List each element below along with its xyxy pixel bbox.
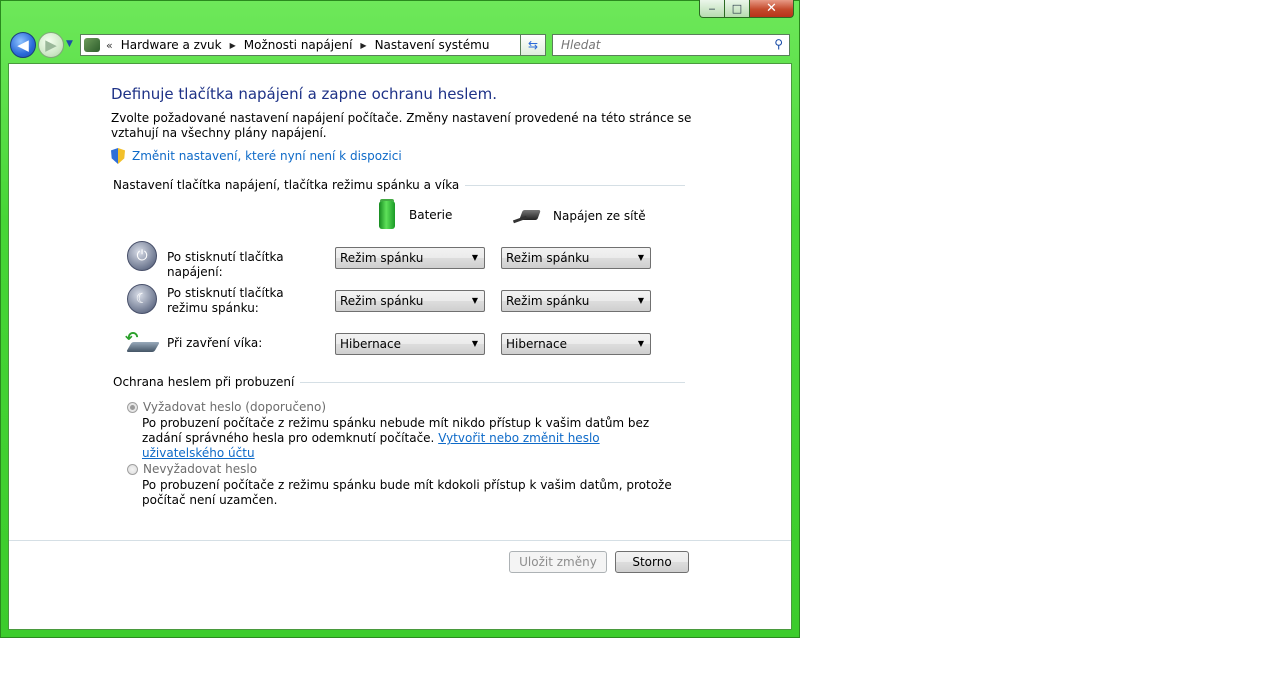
sleep-button-battery-select[interactable]: Režim spánku ▼: [335, 290, 485, 312]
chevron-down-icon: ▼: [637, 253, 644, 262]
recent-pages-dropdown-icon[interactable]: ▼: [66, 39, 73, 49]
refresh-button[interactable]: ⇆: [520, 34, 546, 56]
chevron-down-icon: ▼: [471, 296, 478, 305]
no-password-description: Po probuzení počítače z režimu spánku bu…: [142, 478, 672, 507]
sleep-button-icon: ☾: [127, 284, 157, 314]
power-plug-icon: [513, 207, 547, 225]
page-description: Zvolte požadované nastavení napájení poč…: [111, 111, 692, 140]
lid-close-label: Při zavření víka:: [167, 336, 263, 350]
battery-column-header: Baterie: [379, 201, 452, 229]
navigation-bar: ◀ ▶ ▼ « Hardware a zvuk ▶ Možnosti napáj…: [8, 32, 792, 58]
sleep-button-ac-value: Režim spánku: [506, 294, 590, 308]
control-panel-window: ‒ □ ✕ ◀ ▶ ▼ « Hardware a zvuk ▶ Možnosti…: [0, 0, 800, 638]
uac-settings-link[interactable]: Změnit nastavení, které nyní není k disp…: [111, 148, 402, 164]
control-panel-icon: [84, 38, 100, 52]
laptop-lid-icon: ↶: [125, 328, 160, 356]
address-bar[interactable]: « Hardware a zvuk ▶ Možnosti napájení ▶ …: [80, 34, 546, 56]
battery-icon: [379, 201, 395, 229]
content-pane: Definuje tlačítka napájení a zapne ochra…: [8, 63, 792, 630]
breadcrumb-hardware[interactable]: Hardware a zvuk: [117, 38, 226, 52]
breadcrumb-overflow-icon[interactable]: «: [106, 39, 113, 52]
chevron-down-icon: ▼: [471, 253, 478, 262]
search-box[interactable]: ⚲: [552, 34, 790, 56]
breadcrumb-system-settings[interactable]: Nastavení systému: [371, 38, 494, 52]
no-password-radio[interactable]: [127, 463, 138, 475]
cancel-button[interactable]: Storno: [615, 551, 689, 573]
power-button-label: Po stisknutí tlačítka napájení:: [167, 250, 284, 279]
power-button-battery-value: Režim spánku: [340, 251, 424, 265]
ac-column-label: Napájen ze sítě: [553, 209, 646, 223]
battery-column-label: Baterie: [409, 208, 453, 222]
uac-shield-icon: [111, 148, 125, 164]
power-button-battery-select[interactable]: Režim spánku ▼: [335, 247, 485, 269]
chevron-down-icon: ▼: [637, 339, 644, 348]
ac-column-header: Napájen ze sítě: [513, 207, 646, 225]
back-button[interactable]: ◀: [10, 32, 36, 58]
buttons-section-title: Nastavení tlačítka napájení, tlačítka re…: [113, 178, 466, 192]
require-password-label: Vyžadovat heslo (doporučeno): [143, 400, 327, 414]
breadcrumb-power-options[interactable]: Možnosti napájení: [240, 38, 357, 52]
sleep-button-ac-select[interactable]: Režim spánku ▼: [501, 290, 651, 312]
close-button[interactable]: ✕: [750, 0, 794, 18]
forward-button[interactable]: ▶: [38, 32, 64, 58]
lid-close-battery-value: Hibernace: [340, 337, 402, 351]
no-password-label: Nevyžadovat heslo: [143, 462, 258, 476]
breadcrumb-separator-icon[interactable]: ▶: [356, 41, 370, 50]
power-button-ac-value: Režim spánku: [506, 251, 590, 265]
footer-divider: [9, 540, 791, 541]
maximize-button[interactable]: □: [725, 0, 750, 18]
lid-close-ac-select[interactable]: Hibernace ▼: [501, 333, 651, 355]
lid-close-ac-value: Hibernace: [506, 337, 568, 351]
lid-close-battery-select[interactable]: Hibernace ▼: [335, 333, 485, 355]
breadcrumb-separator-icon[interactable]: ▶: [226, 41, 240, 50]
search-input[interactable]: [559, 37, 763, 53]
search-icon[interactable]: ⚲: [774, 37, 783, 51]
sleep-button-label: Po stisknutí tlačítka režimu spánku:: [167, 286, 284, 315]
save-changes-button[interactable]: Uložit změny: [509, 551, 607, 573]
require-password-radio[interactable]: [127, 401, 138, 413]
sleep-button-battery-value: Režim spánku: [340, 294, 424, 308]
password-section-title: Ochrana heslem při probuzení: [113, 375, 301, 389]
chevron-down-icon: ▼: [637, 296, 644, 305]
require-password-option[interactable]: Vyžadovat heslo (doporučeno): [127, 400, 326, 414]
caption-buttons: ‒ □ ✕: [699, 0, 794, 18]
uac-link-text[interactable]: Změnit nastavení, které nyní není k disp…: [132, 149, 402, 163]
power-button-icon: ⏻: [127, 241, 157, 271]
chevron-down-icon: ▼: [471, 339, 478, 348]
power-button-ac-select[interactable]: Režim spánku ▼: [501, 247, 651, 269]
no-password-option[interactable]: Nevyžadovat heslo: [127, 462, 257, 476]
minimize-button[interactable]: ‒: [699, 0, 725, 18]
page-title: Definuje tlačítka napájení a zapne ochra…: [111, 85, 498, 103]
require-password-description: Po probuzení počítače z režimu spánku ne…: [142, 416, 672, 461]
